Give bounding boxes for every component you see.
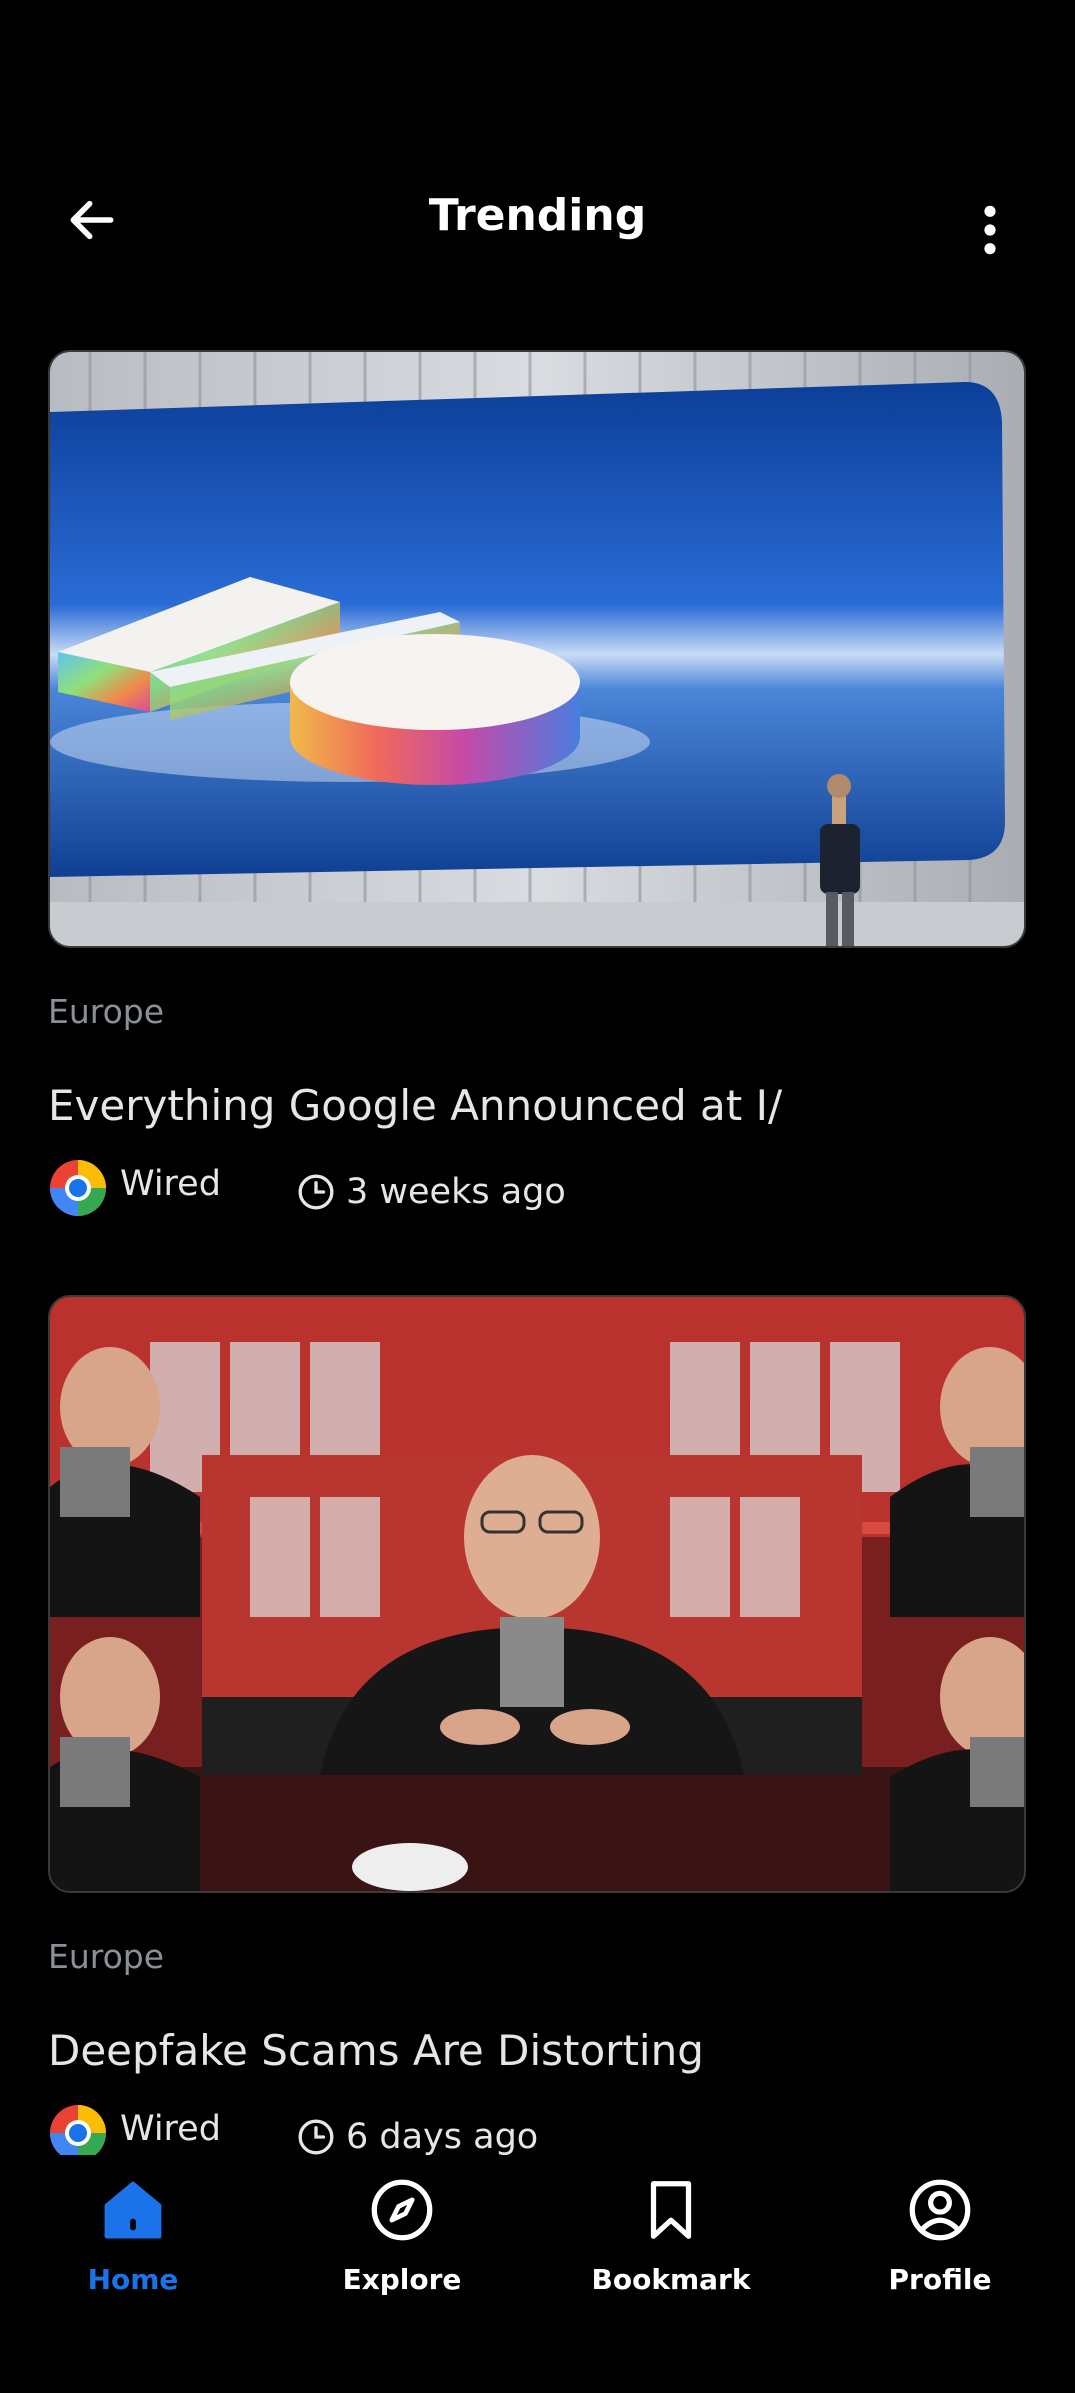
- more-options-button[interactable]: [950, 190, 1030, 270]
- article-category[interactable]: Europe: [48, 1937, 1026, 1977]
- clock-icon: [298, 1174, 334, 1210]
- article-category[interactable]: Europe: [48, 992, 1026, 1032]
- article-meta: Wired 6 days ago: [48, 2103, 1026, 2155]
- nav-bookmark[interactable]: Bookmark: [571, 2175, 771, 2325]
- article-card[interactable]: Europe Deepfake Scams Are Distorting Wir…: [48, 1295, 1026, 2155]
- more-vertical-icon: [984, 205, 996, 255]
- bookmark-icon: [650, 2181, 692, 2239]
- article-headline[interactable]: Everything Google Announced at I/: [48, 1080, 1026, 1132]
- page-title: Trending: [428, 190, 647, 241]
- source-logo-icon: [50, 1160, 106, 1216]
- app-header: Trending: [0, 160, 1075, 290]
- nav-profile[interactable]: Profile: [840, 2175, 1040, 2325]
- nav-bookmark-label: Bookmark: [591, 2263, 751, 2296]
- time-ago: 6 days ago: [346, 2117, 539, 2155]
- nav-profile-label: Profile: [888, 2263, 992, 2296]
- time-ago: 3 weeks ago: [346, 1172, 566, 1212]
- article-meta: Wired 3 weeks ago: [48, 1158, 1026, 1218]
- nav-explore-label: Explore: [342, 2263, 462, 2296]
- profile-icon: [909, 2179, 971, 2241]
- article-headline[interactable]: Deepfake Scams Are Distorting: [48, 2025, 1026, 2077]
- article-image[interactable]: [48, 1295, 1026, 1893]
- article-card[interactable]: Europe Everything Google Announced at I/…: [48, 350, 1026, 1218]
- nav-home[interactable]: Home: [33, 2175, 233, 2325]
- compass-icon: [371, 2179, 433, 2241]
- clock-icon: [298, 2119, 334, 2155]
- deepfake-collage-image: [50, 1297, 1024, 1891]
- home-icon: [104, 2181, 162, 2239]
- article-feed[interactable]: Europe Everything Google Announced at I/…: [0, 350, 1075, 2155]
- nav-explore[interactable]: Explore: [302, 2175, 502, 2325]
- source-name[interactable]: Wired: [120, 2107, 221, 2151]
- bottom-navigation: Home Explore Bookmark Profile: [0, 2155, 1075, 2393]
- source-name[interactable]: Wired: [120, 1162, 221, 1206]
- article-image[interactable]: [48, 350, 1026, 948]
- stage-keynote-image: [50, 352, 1024, 946]
- nav-home-label: Home: [87, 2263, 179, 2296]
- source-logo-icon: [50, 2105, 106, 2155]
